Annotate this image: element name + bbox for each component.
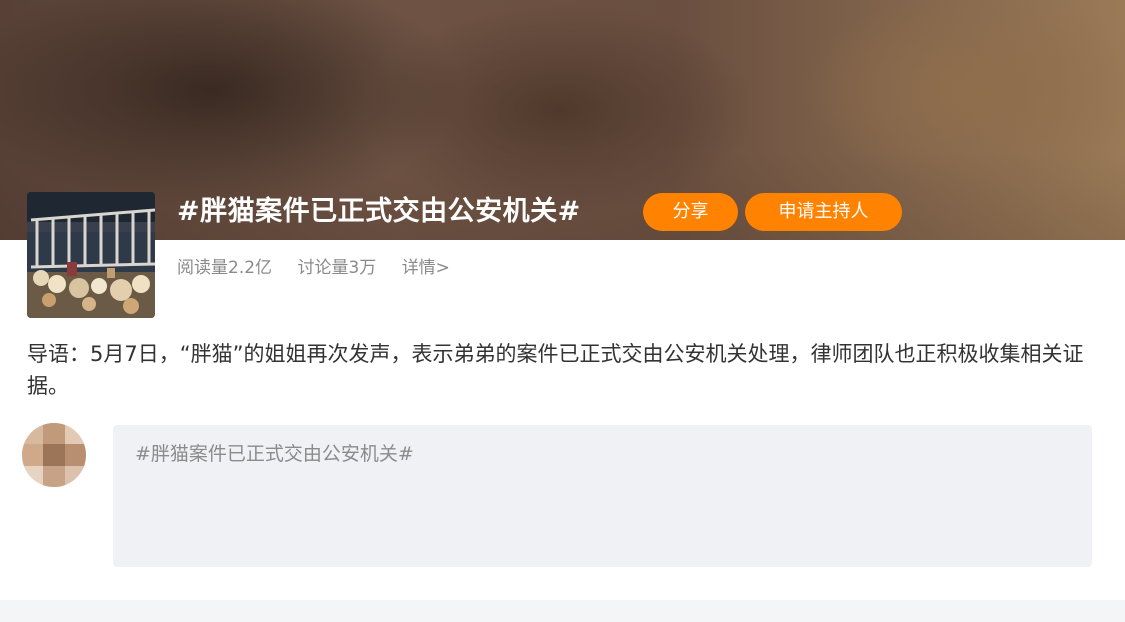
topic-cover-image bbox=[27, 192, 155, 318]
apply-host-button[interactable]: 申请主持人 bbox=[745, 193, 902, 231]
topic-stats: 阅读量2.2亿 讨论量3万 详情> bbox=[177, 254, 470, 282]
share-button[interactable]: 分享 bbox=[643, 193, 738, 231]
comment-input[interactable]: #胖猫案件已正式交由公安机关# bbox=[113, 425, 1092, 567]
topic-intro: 导语：5月7日，“胖猫”的姐姐再次发声，表示弟弟的案件已正式交由公安机关处理，律… bbox=[27, 342, 1084, 398]
details-link[interactable]: 详情> bbox=[402, 258, 450, 278]
user-avatar bbox=[22, 423, 86, 487]
topic-title: #胖猫案件已正式交由公安机关# bbox=[177, 196, 581, 227]
discussion-count: 讨论量3万 bbox=[297, 258, 377, 278]
read-count: 阅读量2.2亿 bbox=[177, 258, 273, 278]
footer-divider bbox=[0, 600, 1125, 622]
